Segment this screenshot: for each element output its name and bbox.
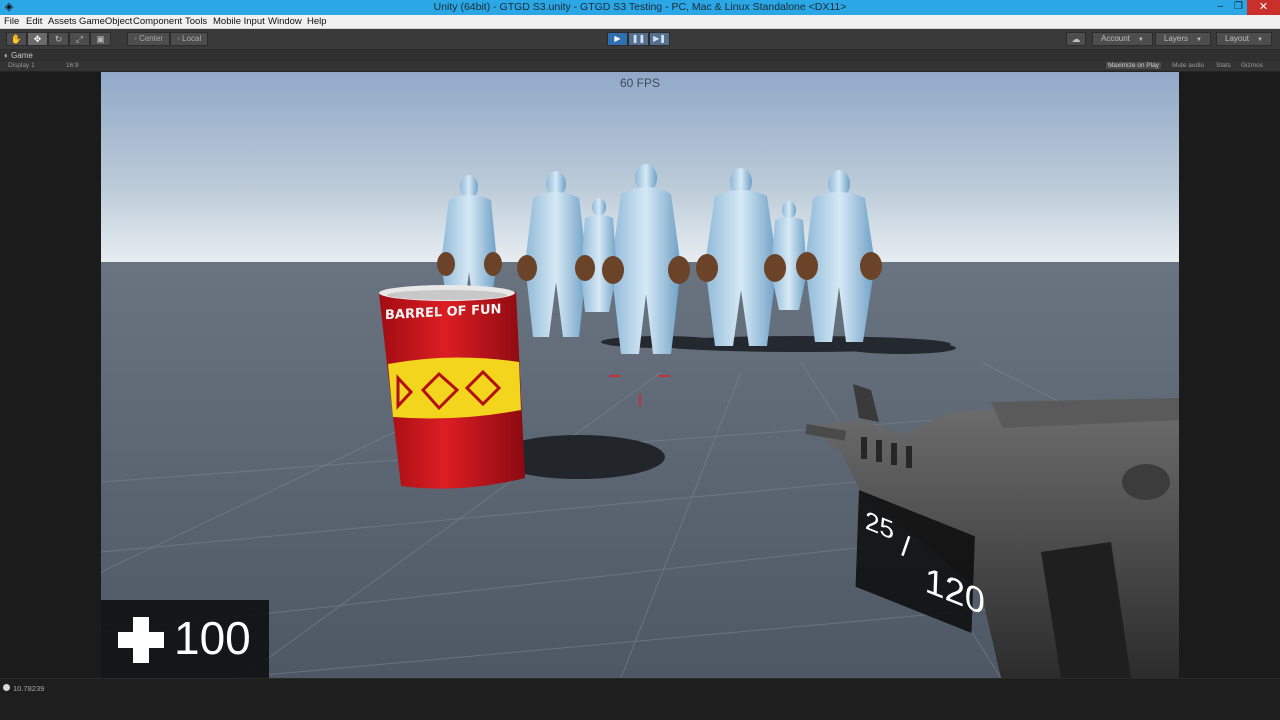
menu-component[interactable]: Component (133, 16, 182, 27)
play-controls: ▶ ❚❚ ▶❚ (607, 32, 670, 46)
tab-game[interactable]: ◐ Game (4, 51, 33, 60)
layout-dropdown[interactable]: Layout ▼ (1216, 32, 1272, 46)
transform-tools: ✋ ✥ ↻ ⤢ ▣ (6, 32, 111, 46)
layers-dropdown[interactable]: Layers ▼ (1155, 32, 1211, 46)
ammo-separator: / (901, 529, 911, 566)
aspect-dropdown[interactable]: 16:9 (66, 62, 79, 69)
account-dropdown[interactable]: Account ▼ (1092, 32, 1153, 46)
info-icon (3, 684, 10, 691)
chevron-down-icon: ▼ (1196, 37, 1202, 43)
menu-assets[interactable]: Assets (48, 16, 77, 27)
menu-edit[interactable]: Edit (26, 16, 42, 27)
health-panel: 100 (101, 600, 269, 678)
menu-tools[interactable]: Tools (185, 16, 207, 27)
tab-game-label: Game (11, 51, 33, 60)
pivot-local-label: Local (182, 34, 202, 43)
fps-counter: 60 FPS (619, 76, 661, 90)
play-icon[interactable]: ▶ (607, 32, 628, 46)
step-icon[interactable]: ▶❚ (649, 32, 670, 46)
main-toolbar: ✋ ✥ ↻ ⤢ ▣ ◦ Center ◦ Local ▶ ❚❚ ▶❚ ☁ Acc… (0, 29, 1280, 50)
game-scene: BARREL OF FUN (101, 72, 1179, 678)
menu-mobile-input[interactable]: Mobile Input (213, 16, 265, 27)
pivot-center-button[interactable]: ◦ Center (127, 32, 171, 46)
scale-tool-icon[interactable]: ⤢ (69, 32, 90, 46)
game-viewport[interactable]: BARREL OF FUN 60 FPS 100 25 / 120 (101, 72, 1179, 678)
pivot-center-label: Center (139, 34, 164, 43)
game-view-header: ◐ Game (0, 50, 1280, 61)
account-label: Account (1101, 34, 1130, 43)
chevron-down-icon: ▼ (1257, 37, 1263, 43)
gizmos-dropdown[interactable]: Gizmos (1241, 62, 1263, 69)
display-dropdown[interactable]: Display 1 (8, 62, 35, 69)
menu-help[interactable]: Help (307, 16, 327, 27)
layers-label: Layers (1164, 34, 1189, 43)
stats-toggle[interactable]: Stats (1216, 62, 1231, 69)
console-message[interactable]: 10.78239 (13, 684, 44, 693)
menu-gameobject[interactable]: GameObject (79, 16, 132, 27)
move-tool-icon[interactable]: ✥ (27, 32, 48, 46)
minimize-button[interactable]: – (1212, 0, 1229, 15)
title-bar: ◈ Unity (64bit) - GTGD S3.unity - GTGD S… (0, 0, 1280, 15)
cloud-icon[interactable]: ☁ (1066, 32, 1086, 46)
unity-editor-window: ◈ Unity (64bit) - GTGD S3.unity - GTGD S… (0, 0, 1280, 720)
viewport-right-margin (1179, 72, 1280, 678)
health-value: 100 (174, 612, 251, 664)
menu-file[interactable]: File (4, 16, 19, 27)
status-bar: 10.78239 (0, 678, 1280, 720)
close-button[interactable]: ✕ (1247, 0, 1280, 15)
game-view-toolbar: Display 1 16:9 Maximize on Play Mute aud… (0, 61, 1280, 72)
maximize-button[interactable]: ❐ (1230, 0, 1247, 15)
window-title: Unity (64bit) - GTGD S3.unity - GTGD S3 … (433, 1, 847, 13)
chevron-down-icon: ▼ (1137, 37, 1144, 43)
health-cross-icon (118, 617, 164, 663)
maximize-on-play-toggle[interactable]: Maximize on Play (1106, 62, 1161, 69)
menu-window[interactable]: Window (268, 16, 302, 27)
rect-tool-icon[interactable]: ▣ (90, 32, 111, 46)
pause-icon[interactable]: ❚❚ (628, 32, 649, 46)
pivot-toggles: ◦ Center ◦ Local (127, 32, 209, 46)
layout-label: Layout (1225, 34, 1250, 43)
mute-audio-toggle[interactable]: Mute audio (1172, 62, 1204, 69)
menu-bar: File Edit Assets GameObject Component To… (0, 15, 1280, 29)
viewport-left-margin (0, 72, 101, 678)
pivot-local-button[interactable]: ◦ Local (170, 32, 209, 46)
barrel-of-fun: BARREL OF FUN (379, 285, 525, 489)
hand-tool-icon[interactable]: ✋ (6, 32, 27, 46)
rotate-tool-icon[interactable]: ↻ (48, 32, 69, 46)
